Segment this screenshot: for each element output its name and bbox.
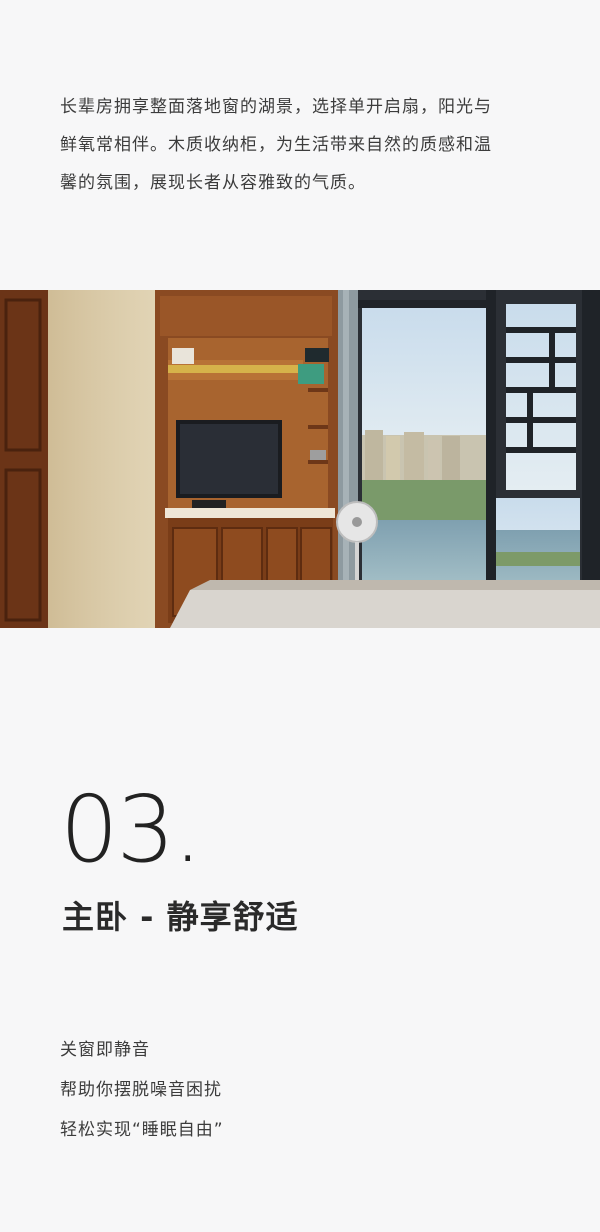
page: 长辈房拥享整面落地窗的湖景，选择单开启扇，阳光与 鲜氧常相伴。木质收纳柜，为生活… xyxy=(0,0,600,1232)
intro-line: 长辈房拥享整面落地窗的湖景，选择单开启扇，阳光与 xyxy=(60,97,492,117)
feature-line: 关窗即静音 xyxy=(60,1040,150,1060)
intro-line: 馨的氛围，展现长者从容雅致的气质。 xyxy=(60,173,366,193)
intro-paragraph: 长辈房拥享整面落地窗的湖景，选择单开启扇，阳光与 鲜氧常相伴。木质收纳柜，为生活… xyxy=(60,88,550,202)
intro-line: 鲜氧常相伴。木质收纳柜，为生活带来自然的质感和温 xyxy=(60,135,492,155)
section-number: 03. xyxy=(60,776,202,883)
feature-line: 轻松实现“睡眠自由” xyxy=(60,1120,224,1140)
bedroom-photo xyxy=(0,290,600,628)
feature-list: 关窗即静音 帮助你摆脱噪音困扰 轻松实现“睡眠自由” xyxy=(60,1030,460,1150)
feature-line: 帮助你摆脱噪音困扰 xyxy=(60,1080,222,1100)
section-title: 主卧 - 静享舒适 xyxy=(62,898,299,936)
